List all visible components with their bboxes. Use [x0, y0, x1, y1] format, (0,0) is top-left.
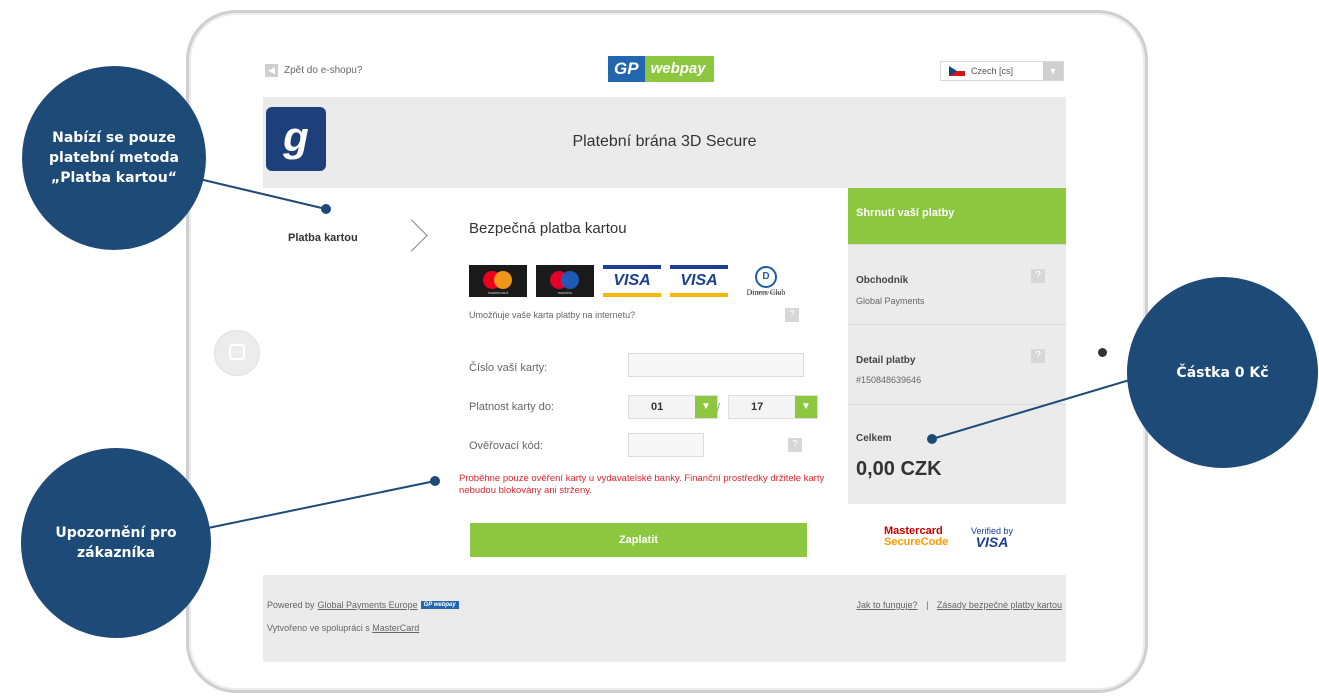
- diners-club-logo: D Diners Club INTERNATIONAL: [737, 265, 795, 297]
- mastercard-securecode-logo: Mastercard SecureCode: [884, 526, 948, 548]
- total-section: Celkem: [848, 404, 1066, 505]
- back-to-shop-link[interactable]: ◀ Zpět do e-shopu?: [265, 64, 362, 77]
- made-with: Vytvořeno ve spolupráci s MasterCard: [267, 623, 419, 633]
- visa-electron-logo: VISA: [670, 265, 728, 297]
- payment-detail-value: #150848639646: [856, 375, 922, 385]
- page-title: Platební brána 3D Secure: [572, 133, 757, 150]
- merchant-label: Obchodník: [856, 275, 909, 286]
- customer-warning: Proběhne pouze ověření karty u vydavatel…: [459, 473, 825, 496]
- payment-detail-label: Detail platby: [856, 355, 916, 366]
- dropdown-arrow-icon: ▼: [795, 396, 817, 418]
- dropdown-arrow-icon: ▼: [1043, 62, 1063, 80]
- merchant-section: Obchodník Global Payments ?: [848, 244, 1066, 325]
- maestro-logo: maestro: [536, 265, 594, 297]
- help-icon[interactable]: ?: [788, 438, 802, 452]
- callout-payment-method: Nabízí se pouze platební metoda „Platba …: [22, 66, 206, 250]
- callout-customer-notice: Upozornění pro zákazníka: [21, 448, 211, 638]
- visa-logo: VISA: [603, 265, 661, 297]
- payment-detail-section: Detail platby #150848639646 ?: [848, 324, 1066, 405]
- callout-customer-notice-text: Upozornění pro zákazníka: [55, 525, 177, 561]
- gp-webpay-logo: GP webpay: [608, 56, 714, 82]
- total-amount: 0,00 CZK: [856, 458, 942, 480]
- pay-button[interactable]: Zaplatit: [470, 523, 807, 557]
- payment-form-pane: Platba kartou Bezpečná platba kartou mas…: [263, 188, 848, 575]
- cvc-label: Ověřovací kód:: [469, 440, 543, 452]
- tablet-home-button: [214, 330, 260, 376]
- securecode-text-2: SecureCode: [884, 536, 949, 548]
- expiry-year-value: 17: [751, 401, 764, 413]
- header-band: g Platební brána 3D Secure: [263, 97, 1066, 188]
- security-badges: Mastercard SecureCode Verified by VISA: [848, 504, 1066, 575]
- powered-prefix: Powered by: [267, 600, 315, 610]
- diners-sub-text: INTERNATIONAL: [750, 290, 782, 295]
- expiry-month-value: 01: [651, 401, 664, 413]
- powered-by: Powered by Global Payments Europe GP web…: [267, 600, 459, 610]
- help-icon[interactable]: ?: [785, 308, 799, 322]
- summary-heading: Shrnutí vaší platby: [848, 188, 1066, 244]
- mastercard-link[interactable]: MasterCard: [372, 623, 419, 633]
- czech-flag-icon: [949, 66, 965, 76]
- made-prefix: Vytvořeno ve spolupráci s: [267, 623, 370, 633]
- logo-webpay-text: webpay: [644, 56, 714, 82]
- card-number-input[interactable]: [628, 353, 804, 377]
- footer: Powered by Global Payments Europe GP web…: [263, 575, 1066, 662]
- expiry-label: Platnost karty do:: [469, 401, 554, 413]
- form-title: Bezpečná platba kartou: [469, 220, 627, 237]
- global-payments-link[interactable]: Global Payments Europe: [318, 600, 418, 610]
- how-it-works-link[interactable]: Jak to funguje?: [857, 600, 918, 610]
- mastercard-small-text: mastercard: [487, 290, 508, 295]
- payment-method-card[interactable]: Platba kartou: [288, 232, 358, 244]
- callout-amount-text: Částka 0 Kč: [1176, 364, 1269, 381]
- vbv-text-2: VISA: [975, 534, 1009, 550]
- mini-gp-webpay-logo: GP webpay: [420, 601, 459, 609]
- back-link-label: Zpět do e-shopu?: [284, 65, 363, 76]
- language-select[interactable]: Czech [cs] ▼: [940, 61, 1064, 81]
- cvc-input[interactable]: [628, 433, 704, 457]
- merchant-value: Global Payments: [856, 296, 925, 306]
- dropdown-arrow-icon: ▼: [695, 396, 717, 418]
- footer-links: Jak to funguje? | Zásady bezpečné platby…: [857, 600, 1063, 610]
- total-label: Celkem: [856, 433, 892, 444]
- verified-by-visa-logo: Verified by VISA: [971, 526, 1013, 550]
- security-rules-link[interactable]: Zásady bezpečné platby kartou: [937, 600, 1062, 610]
- footer-separator: |: [926, 600, 929, 610]
- expiry-year-select[interactable]: 17 ▼: [728, 395, 818, 419]
- callout-amount: Částka 0 Kč: [1127, 277, 1318, 468]
- chevron-right-icon: [395, 219, 428, 252]
- summary-pane: Shrnutí vaší platby Obchodník Global Pay…: [848, 188, 1066, 575]
- language-value: Czech [cs]: [971, 66, 1014, 76]
- payment-page: ◀ Zpět do e-shopu? GP webpay Czech [cs] …: [263, 50, 1066, 662]
- callout-payment-method-text: Nabízí se pouze platební metoda „Platba …: [49, 130, 179, 186]
- help-icon[interactable]: ?: [1031, 269, 1045, 283]
- help-icon[interactable]: ?: [1031, 349, 1045, 363]
- top-bar: ◀ Zpět do e-shopu? GP webpay Czech [cs] …: [263, 50, 1066, 94]
- tablet-camera: [1098, 348, 1107, 357]
- mastercard-logo: mastercard: [469, 265, 527, 297]
- expiry-month-select[interactable]: 01 ▼: [628, 395, 718, 419]
- expiry-separator: /: [717, 402, 721, 414]
- logo-gp-text: GP: [608, 56, 645, 82]
- maestro-small-text: maestro: [557, 290, 573, 295]
- back-arrow-icon: ◀: [265, 64, 278, 77]
- diners-mark: D: [755, 265, 777, 288]
- card-number-label: Číslo vaší karty:: [469, 362, 548, 374]
- card-logos: mastercard maestro VISA VISA D Diners Cl…: [469, 265, 795, 297]
- internet-payments-question: Umožňuje vaše karta platby na internetu?: [469, 310, 636, 320]
